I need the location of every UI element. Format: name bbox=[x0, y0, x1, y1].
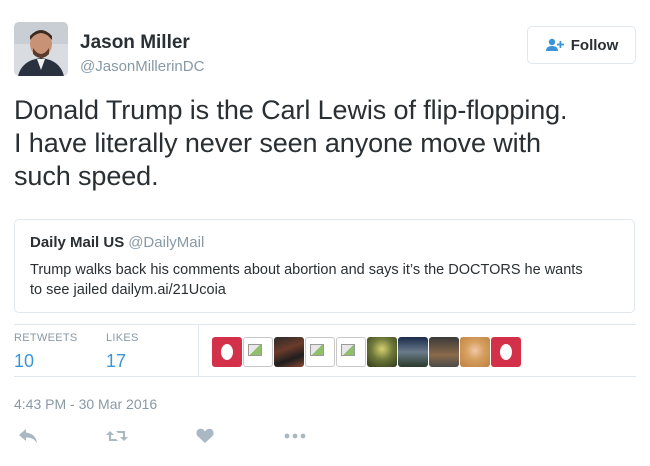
likers-avatars bbox=[212, 337, 521, 367]
tweet-text-line: I have literally never seen anyone move … bbox=[14, 128, 541, 158]
liker-avatar[interactable] bbox=[398, 337, 428, 367]
add-person-icon bbox=[545, 38, 564, 51]
retweets-count: 10 bbox=[14, 351, 35, 371]
likes-count: 17 bbox=[106, 351, 127, 371]
liker-avatar[interactable] bbox=[429, 337, 459, 367]
liker-avatar[interactable] bbox=[243, 337, 273, 367]
follow-label: Follow bbox=[570, 36, 619, 54]
reply-icon[interactable] bbox=[18, 428, 38, 444]
liker-avatar[interactable] bbox=[367, 337, 397, 367]
likes-stat[interactable]: LIKES 17 bbox=[106, 332, 139, 372]
quoted-text-line: to see jailed dailym.ai/21Ucoia bbox=[30, 282, 226, 298]
tweet-text-line: Donald Trump is the Carl Lewis of flip-f… bbox=[14, 95, 568, 125]
tweet-actions bbox=[18, 428, 318, 448]
follow-button[interactable]: Follow bbox=[527, 26, 636, 64]
quoted-tweet[interactable]: Daily Mail US @DailyMail Trump walks back… bbox=[14, 219, 635, 313]
liker-avatar[interactable] bbox=[491, 337, 521, 367]
author-handle[interactable]: @JasonMillerinDC bbox=[80, 58, 204, 75]
retweet-icon[interactable] bbox=[106, 428, 128, 444]
quoted-author-handle: @DailyMail bbox=[128, 234, 205, 251]
liker-avatar[interactable] bbox=[336, 337, 366, 367]
divider bbox=[14, 324, 636, 325]
liker-avatar[interactable] bbox=[460, 337, 490, 367]
tweet-timestamp[interactable]: 4:43 PM - 30 Mar 2016 bbox=[14, 396, 157, 412]
retweets-label: RETWEETS bbox=[14, 332, 78, 344]
author-name[interactable]: Jason Miller bbox=[80, 32, 190, 54]
more-icon[interactable] bbox=[284, 428, 306, 444]
likes-label: LIKES bbox=[106, 332, 139, 344]
retweets-stat[interactable]: RETWEETS 10 bbox=[14, 332, 78, 372]
quoted-author-name: Daily Mail US bbox=[30, 234, 125, 251]
divider bbox=[14, 376, 636, 377]
tweet-text: Donald Trump is the Carl Lewis of flip-f… bbox=[14, 94, 636, 193]
stats-separator bbox=[198, 324, 199, 376]
quoted-text-line: Trump walks back his comments about abor… bbox=[30, 262, 583, 278]
liker-avatar[interactable] bbox=[305, 337, 335, 367]
author-avatar[interactable] bbox=[14, 22, 68, 76]
liker-avatar[interactable] bbox=[274, 337, 304, 367]
tweet-header: Jason Miller @JasonMillerinDC Follow bbox=[14, 20, 636, 80]
tweet-text-line: such speed. bbox=[14, 161, 159, 191]
liker-avatar[interactable] bbox=[212, 337, 242, 367]
quoted-tweet-text: Trump walks back his comments about abor… bbox=[30, 260, 625, 300]
like-icon[interactable] bbox=[196, 428, 214, 444]
quoted-tweet-header: Daily Mail US @DailyMail bbox=[30, 234, 204, 251]
